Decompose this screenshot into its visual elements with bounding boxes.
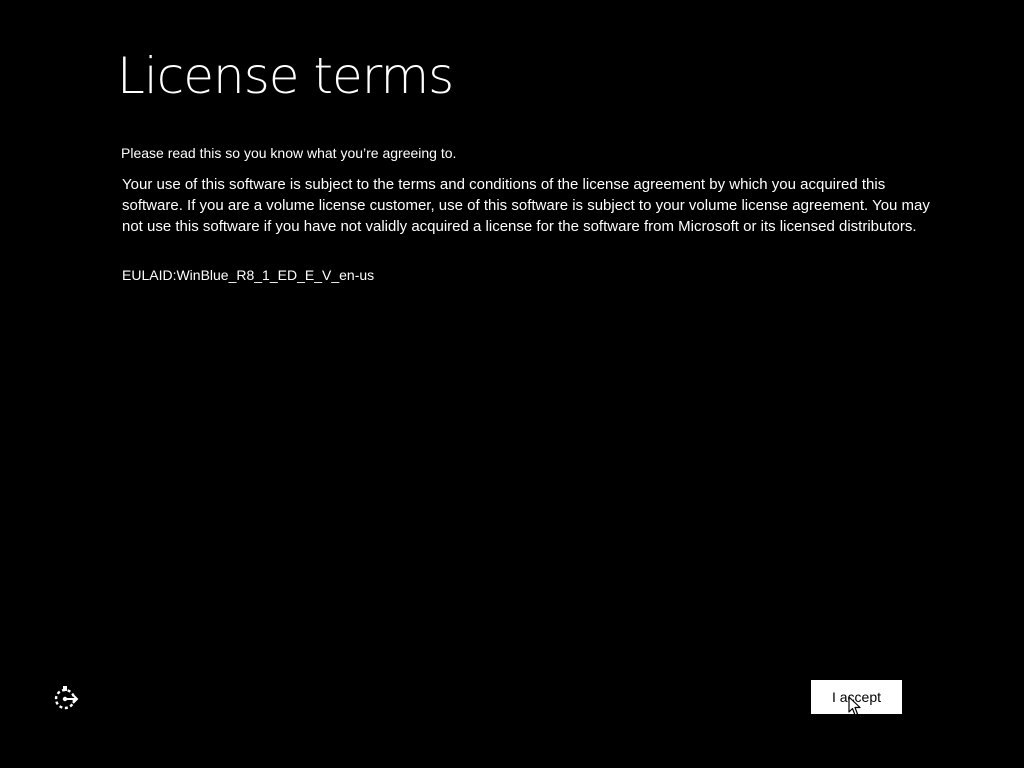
- ease-of-access-icon[interactable]: [51, 684, 81, 712]
- eula-id: EULAID:WinBlue_R8_1_ED_E_V_en-us: [122, 267, 375, 283]
- intro-text: Please read this so you know what you’re…: [121, 145, 457, 161]
- license-text: Your use of this software is subject to …: [122, 176, 930, 235]
- page-title: License terms: [117, 47, 454, 105]
- accept-button[interactable]: I accept: [811, 680, 902, 714]
